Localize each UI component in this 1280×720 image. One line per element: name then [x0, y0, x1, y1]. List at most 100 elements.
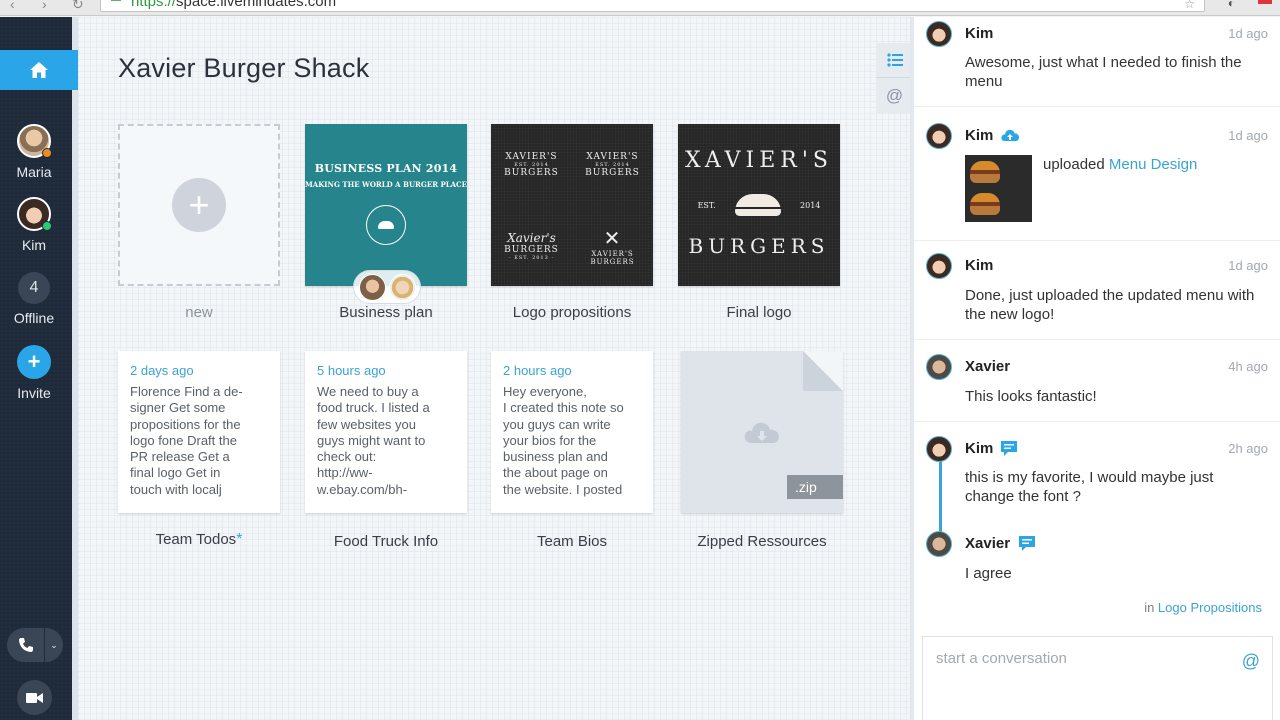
business-plan-thumbnail[interactable]: BUSINESS PLAN 2014 MAKING THE WORLD A BU… — [305, 124, 467, 286]
activity-item: Kim 1d ago Done, just uploaded the updat… — [914, 241, 1280, 340]
avatar[interactable] — [926, 253, 952, 279]
message-author[interactable]: Kim — [965, 440, 993, 457]
sidebar-user-kim[interactable]: Kim — [0, 197, 68, 253]
zip-file-thumbnail[interactable]: .zip — [681, 351, 843, 513]
call-button[interactable] — [7, 628, 45, 662]
logo-propositions-link[interactable]: Logo Propositions — [1158, 600, 1262, 615]
message-time: 2h ago — [1228, 441, 1268, 456]
cloud-upload-icon — [1001, 129, 1019, 141]
thread-connector — [939, 459, 942, 539]
message-text: Done, just uploaded the updated menu wit… — [965, 287, 1255, 323]
cloud-download-icon — [744, 422, 779, 443]
back-icon[interactable]: ‹ — [10, 0, 15, 12]
activity-item: Xavier 4h ago This looks fantastic! — [914, 340, 1280, 422]
forward-icon[interactable]: › — [42, 0, 47, 12]
sidebar-invite[interactable]: + Invite — [0, 345, 68, 401]
note-timestamp: 5 hours ago — [317, 363, 386, 378]
thumb-subtitle: MAKING THE WORLD A BURGER PLACE — [305, 180, 467, 189]
message-text: I agree — [965, 565, 1012, 582]
avatar[interactable] — [926, 436, 952, 462]
message-time: 1d ago — [1228, 258, 1268, 273]
at-icon: @ — [885, 85, 904, 105]
activity-panel: Kim 1d ago Awesome, just what I needed t… — [914, 17, 1280, 720]
tile-label: Logo propositions — [512, 304, 632, 321]
tile-new[interactable]: + new — [118, 124, 280, 321]
address-bar[interactable]: https://space.livemindates.com — [100, 0, 1205, 12]
status-online-dot — [42, 221, 52, 231]
mention-at-button[interactable]: @ — [1242, 651, 1260, 672]
tile-zipped-ressources[interactable]: .zip Zipped Ressources — [681, 351, 843, 550]
avatar — [17, 197, 52, 231]
note-body: Hey everyone, I created this note so you… — [503, 384, 624, 497]
tile-label: Zipped Ressources — [697, 533, 827, 550]
message-author[interactable]: Kim — [965, 25, 993, 42]
logo-variant: XAVIER'S EST. 2014 BURGERS — [504, 151, 559, 178]
status-away-dot — [42, 148, 52, 158]
browser-toolbar: ‹ › ↻ https://space.livemindates.com ☆ ◐ — [0, 0, 1280, 16]
collaborators-badge[interactable] — [353, 270, 421, 304]
tile-label: new — [185, 304, 213, 321]
tile-final-logo[interactable]: XAVIER'S EST. 2014 BURGERS Final logo — [678, 124, 840, 321]
tile-label: Business plan — [339, 304, 433, 321]
activity-item: Kim 1d ago uploaded Menu Design — [914, 107, 1280, 241]
message-time: 1d ago — [1228, 26, 1268, 41]
note-preview[interactable]: 2 hours ago Hey everyone, I created this… — [491, 351, 653, 513]
video-call-button[interactable] — [17, 680, 52, 715]
reload-icon[interactable]: ↻ — [72, 0, 84, 13]
avatar[interactable] — [926, 123, 952, 149]
plus-icon: + — [172, 178, 226, 232]
note-body: We need to buy a food truck. I listed a … — [317, 384, 430, 497]
message-author[interactable]: Kim — [965, 127, 993, 144]
thumb-title: BUSINESS PLAN 2014 — [314, 162, 458, 175]
thread-context: in Logo Propositions — [1144, 600, 1262, 615]
message-author[interactable]: Xavier — [965, 358, 1010, 375]
comment-icon — [1019, 536, 1035, 551]
message-time: 4h ago — [1228, 359, 1268, 374]
logo-variant: Xavier's BURGERS · EST. 2013 · — [504, 230, 559, 261]
home-button[interactable] — [0, 50, 78, 90]
burger-icon — [734, 194, 781, 216]
plus-icon: + — [17, 345, 51, 379]
note-preview[interactable]: 2 days ago Florence Find a de- signer Ge… — [118, 351, 280, 513]
unsaved-marker: * — [236, 531, 243, 548]
tab-activity[interactable] — [877, 43, 912, 78]
offline-count: 4 — [18, 272, 50, 304]
avatar[interactable] — [926, 354, 952, 380]
sidebar-offline-users[interactable]: 4 Offline — [0, 272, 68, 326]
tab-mentions[interactable]: @ — [877, 78, 912, 113]
extension-icon[interactable]: ◐ — [1228, 0, 1235, 10]
sidebar-user-maria[interactable]: Maria — [0, 124, 68, 180]
avatar[interactable] — [926, 531, 952, 557]
panel-tabs: @ — [877, 43, 912, 113]
note-timestamp: 2 days ago — [130, 363, 194, 378]
new-item-placeholder[interactable]: + — [118, 124, 280, 286]
avatar — [17, 124, 52, 158]
avatar[interactable] — [926, 21, 952, 47]
avatar — [388, 273, 416, 301]
page-title: Xavier Burger Shack — [118, 53, 370, 83]
note-preview[interactable]: 5 hours ago We need to buy a food truck.… — [305, 351, 467, 513]
tile-business-plan[interactable]: BUSINESS PLAN 2014 MAKING THE WORLD A BU… — [305, 124, 467, 321]
logo-propositions-thumbnail[interactable]: XAVIER'S EST. 2014 BURGERS XAVIER'S EST.… — [491, 124, 653, 286]
page-fold — [803, 351, 843, 391]
bookmark-star-icon[interactable]: ☆ — [1184, 0, 1195, 11]
tile-label: Final logo — [726, 304, 792, 321]
file-extension-tag: .zip — [787, 475, 843, 499]
burger-badge-logo — [366, 205, 406, 245]
message-author[interactable]: Kim — [965, 257, 993, 274]
call-options-dropdown[interactable]: ⌄ — [45, 628, 63, 662]
message-author[interactable]: Xavier — [965, 535, 1010, 552]
final-logo-thumbnail[interactable]: XAVIER'S EST. 2014 BURGERS — [678, 124, 840, 286]
list-icon — [886, 53, 903, 67]
message-time: 1d ago — [1228, 128, 1268, 143]
note-timestamp: 2 hours ago — [503, 363, 572, 378]
menu-design-thumbnail[interactable] — [965, 155, 1032, 222]
video-camera-icon — [25, 692, 43, 703]
conversation-input[interactable]: start a conversation @ — [922, 636, 1273, 720]
extension-red-icon[interactable] — [1258, 0, 1272, 4]
tile-logo-propositions[interactable]: XAVIER'S EST. 2014 BURGERS XAVIER'S EST.… — [491, 124, 653, 321]
note-body: Florence Find a de- signer Get some prop… — [130, 384, 243, 497]
call-control: ⌄ — [7, 628, 63, 662]
message-text: uploaded Menu Design — [1043, 156, 1198, 173]
menu-design-link[interactable]: Menu Design — [1109, 156, 1197, 173]
